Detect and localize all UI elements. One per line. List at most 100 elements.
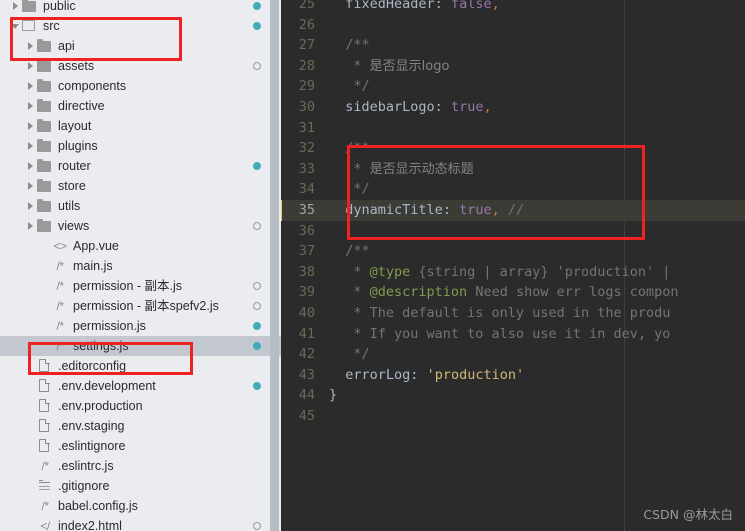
js-file-icon: /*: [56, 319, 64, 333]
line-number: 31: [298, 119, 315, 136]
file-tree-item[interactable]: /* babel.config.js: [0, 496, 281, 516]
code-line-text: * The default is only used in the produ: [329, 303, 670, 324]
file-tree-item[interactable]: /* main.js: [0, 256, 281, 276]
line-number: 37: [298, 243, 315, 260]
code-line[interactable]: 44}: [281, 385, 745, 406]
line-number: 33: [298, 160, 315, 177]
chevron-right-icon[interactable]: [25, 56, 36, 76]
file-tree-item-label: .editorconfig: [58, 359, 127, 373]
folder-closed-icon: [21, 0, 39, 16]
line-number: 39: [298, 284, 315, 301]
folder-closed-icon: [36, 36, 54, 56]
file-tree-item[interactable]: /* permission.js: [0, 316, 281, 336]
file-tree-item[interactable]: /* settings.js: [0, 336, 281, 356]
code-line[interactable]: 45: [281, 406, 745, 427]
file-tree-item[interactable]: directive: [0, 96, 281, 116]
file-page-icon: [36, 416, 54, 436]
code-line[interactable]: 25 fixedHeader: false,: [281, 0, 745, 15]
code-token: fixedHeader: [345, 0, 435, 12]
code-line[interactable]: 31: [281, 118, 745, 139]
chevron-right-icon[interactable]: [25, 96, 36, 116]
code-token: true: [450, 98, 484, 115]
file-tree-item[interactable]: .env.staging: [0, 416, 281, 436]
file-tree-item[interactable]: </ index2.html: [0, 516, 281, 531]
folder-open-icon: [21, 16, 39, 36]
file-tree-item[interactable]: .eslintignore: [0, 436, 281, 456]
file-tree-item[interactable]: public: [0, 0, 281, 16]
code-line[interactable]: 34 */: [281, 179, 745, 200]
code-line[interactable]: 40 * The default is only used in the pro…: [281, 303, 745, 324]
code-line[interactable]: 36: [281, 221, 745, 242]
file-tree-item[interactable]: <> App.vue: [0, 236, 281, 256]
file-tree-item[interactable]: .env.production: [0, 396, 281, 416]
file-tree-item[interactable]: .env.development: [0, 376, 281, 396]
code-line[interactable]: 35 dynamicTitle: true, //: [281, 199, 745, 221]
code-line[interactable]: 27 /**: [281, 35, 745, 56]
file-tree-item-label: src: [43, 19, 60, 33]
chevron-right-icon[interactable]: [25, 156, 36, 176]
file-tree-item[interactable]: assets: [0, 56, 281, 76]
file-tree-item-label: components: [58, 79, 127, 93]
code-line[interactable]: 29 */: [281, 76, 745, 97]
file-tree-item[interactable]: .editorconfig: [0, 356, 281, 376]
code-line[interactable]: 33 * 是否显示动态标题: [281, 159, 745, 180]
js-file-icon: /*: [56, 299, 64, 313]
file-tree-item[interactable]: layout: [0, 116, 281, 136]
line-number: 25: [298, 0, 315, 12]
file-tree-item[interactable]: plugins: [0, 136, 281, 156]
code-line[interactable]: 28 * 是否显示logo: [281, 56, 745, 77]
code-line[interactable]: 39 * @description Need show err logs com…: [281, 282, 745, 303]
code-editor[interactable]: 25 fixedHeader: false, 26 27 /** 28 * 是否显示l…: [281, 0, 745, 531]
file-tree-scrollbar[interactable]: [270, 0, 279, 531]
chevron-right-icon[interactable]: [25, 116, 36, 136]
code-line-text: * @description Need show err logs compon: [329, 282, 678, 303]
chevron-right-icon[interactable]: [25, 36, 36, 56]
file-tree-item[interactable]: /* permission - 副本spefv2.js: [0, 296, 281, 316]
chevron-right-icon[interactable]: [10, 0, 21, 16]
file-tree-item[interactable]: src: [0, 16, 281, 36]
code-token: :: [442, 201, 460, 218]
code-line[interactable]: 37 /**: [281, 241, 745, 262]
html-file-icon: </: [40, 519, 50, 531]
code-line[interactable]: 32 /**: [281, 138, 745, 159]
file-tree-item[interactable]: .gitignore: [0, 476, 281, 496]
code-line-text: sidebarLogo: true,: [329, 97, 491, 118]
code-line[interactable]: 30 sidebarLogo: true,: [281, 97, 745, 118]
file-tree-item[interactable]: /* permission - 副本.js: [0, 276, 281, 296]
folder-closed-icon: [36, 76, 54, 96]
code-line[interactable]: 43 errorLog: 'production': [281, 365, 745, 386]
chevron-right-icon[interactable]: [25, 136, 36, 156]
chevron-down-icon[interactable]: [10, 16, 21, 36]
file-tree-item[interactable]: router: [0, 156, 281, 176]
code-line[interactable]: 38 * @type {string | array} 'production'…: [281, 262, 745, 283]
code-token: /**: [329, 140, 370, 157]
code-line-text: }: [329, 385, 337, 406]
chevron-right-icon[interactable]: [25, 196, 36, 216]
js-file-icon: /*: [56, 259, 64, 273]
code-line[interactable]: 26: [281, 15, 745, 36]
file-tree-item[interactable]: utils: [0, 196, 281, 216]
code-token: 'production': [426, 366, 525, 383]
code-line[interactable]: 42 */: [281, 344, 745, 365]
line-number: 26: [298, 16, 315, 33]
file-tree-item[interactable]: /* .eslintrc.js: [0, 456, 281, 476]
file-tree-item[interactable]: components: [0, 76, 281, 96]
project-file-tree[interactable]: public src api assets components directive lay…: [0, 0, 281, 531]
file-tree-item[interactable]: api: [0, 36, 281, 56]
chevron-right-icon[interactable]: [25, 216, 36, 236]
file-tree-item[interactable]: views: [0, 216, 281, 236]
chevron-right-icon[interactable]: [25, 176, 36, 196]
code-line[interactable]: 41 * If you want to also use it in dev, …: [281, 324, 745, 345]
file-tree-item[interactable]: store: [0, 176, 281, 196]
code-token: true: [459, 201, 492, 218]
chevron-right-icon[interactable]: [25, 76, 36, 96]
folder-closed-icon: [36, 216, 54, 236]
